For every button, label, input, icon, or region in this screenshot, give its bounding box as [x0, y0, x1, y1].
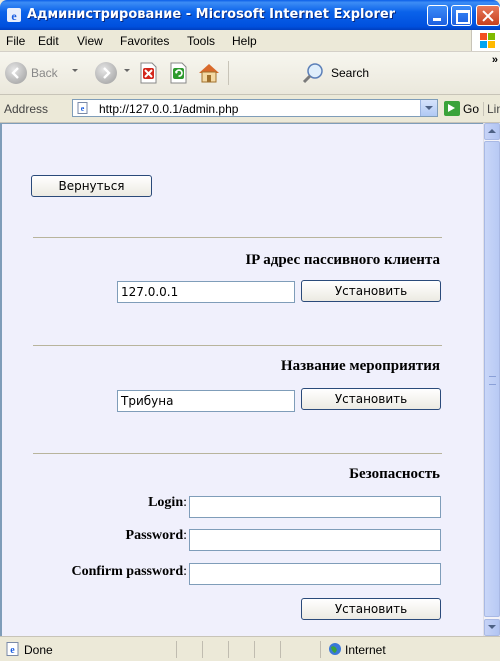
event-name-field[interactable]: Трибуна [117, 390, 295, 412]
scroll-up-button[interactable] [484, 123, 500, 140]
divider [33, 453, 442, 454]
event-section-title: Название мероприятия [280, 358, 440, 374]
divider [33, 237, 442, 238]
search-label[interactable]: Search [331, 66, 369, 80]
ie-logo-icon: e [7, 8, 21, 23]
event-set-button[interactable]: Установить [301, 388, 441, 410]
security-zone-text: Internet [345, 643, 386, 657]
password-label: Password: [125, 528, 187, 543]
links-label[interactable]: Links [483, 102, 500, 116]
password-field[interactable] [189, 529, 441, 551]
return-button[interactable]: Вернуться [31, 175, 152, 197]
menu-favorites[interactable]: Favorites [120, 34, 169, 48]
security-set-button[interactable]: Установить [301, 598, 441, 620]
divider [33, 345, 442, 346]
page-done-icon: e [6, 642, 19, 656]
back-button[interactable] [5, 62, 27, 84]
menu-bar: File Edit View Favorites Tools Help [0, 30, 500, 52]
ip-set-button[interactable]: Установить [301, 280, 441, 302]
page-icon: e [77, 102, 88, 114]
windows-logo-icon [471, 30, 500, 51]
maximize-button[interactable] [451, 5, 472, 26]
page-content: Вернуться IP адрес пассивного клиента 12… [0, 123, 483, 636]
svg-text:e: e [11, 9, 17, 23]
title-bar[interactable]: e Администрирование - Microsoft Internet… [0, 0, 500, 30]
stop-icon[interactable] [136, 61, 160, 85]
address-url: http://127.0.0.1/admin.php [99, 102, 239, 116]
ip-address-field[interactable]: 127.0.0.1 [117, 281, 295, 303]
status-panel-divider [202, 641, 203, 658]
home-icon[interactable] [197, 61, 221, 85]
status-panel-divider [254, 641, 255, 658]
status-panel-divider [280, 641, 281, 658]
go-button[interactable]: Go [463, 102, 479, 116]
login-field[interactable] [189, 496, 441, 518]
confirm-password-field[interactable] [189, 563, 441, 585]
address-bar: Address e http://127.0.0.1/admin.php Go … [0, 95, 500, 123]
menu-tools[interactable]: Tools [187, 34, 215, 48]
search-icon[interactable] [302, 61, 326, 85]
close-button[interactable] [476, 5, 500, 26]
menu-help[interactable]: Help [232, 34, 257, 48]
address-dropdown-button[interactable] [420, 100, 437, 116]
status-panel-divider [320, 641, 321, 658]
svg-text:e: e [10, 645, 15, 656]
browser-window: e Администрирование - Microsoft Internet… [0, 0, 500, 661]
back-label: Back [31, 66, 58, 80]
svg-text:e: e [81, 104, 85, 113]
status-panel-divider [176, 641, 177, 658]
menu-view[interactable]: View [77, 34, 103, 48]
go-arrow-icon[interactable] [444, 101, 460, 116]
login-label: Login: [148, 495, 187, 510]
ip-section-title: IP адрес пассивного клиента [245, 252, 440, 268]
refresh-icon[interactable] [166, 61, 190, 85]
forward-button[interactable] [95, 62, 117, 84]
forward-arrow-icon [103, 67, 111, 79]
back-arrow-icon [11, 67, 19, 79]
scroll-thumb[interactable] [484, 141, 500, 617]
menu-file[interactable]: File [6, 34, 25, 48]
back-dropdown-icon[interactable] [72, 69, 78, 72]
toolbar-chevron-icon[interactable]: » [492, 54, 498, 66]
toolbar-separator [228, 61, 229, 85]
toolbar: Back Search » [0, 52, 500, 95]
forward-dropdown-icon[interactable] [124, 69, 130, 72]
vertical-scrollbar[interactable] [483, 123, 500, 636]
status-panel-divider [228, 641, 229, 658]
address-input[interactable]: e http://127.0.0.1/admin.php [72, 99, 438, 117]
status-bar: e Done Internet [0, 636, 500, 661]
minimize-button[interactable] [427, 5, 448, 26]
confirm-password-label: Confirm password: [71, 564, 187, 579]
globe-icon [329, 643, 341, 655]
menu-edit[interactable]: Edit [38, 34, 59, 48]
status-text: Done [24, 643, 53, 657]
security-section-title: Безопасность [349, 466, 440, 482]
window-title: Администрирование - Microsoft Internet E… [27, 7, 396, 22]
address-label: Address [4, 102, 49, 116]
scroll-down-button[interactable] [484, 619, 500, 636]
